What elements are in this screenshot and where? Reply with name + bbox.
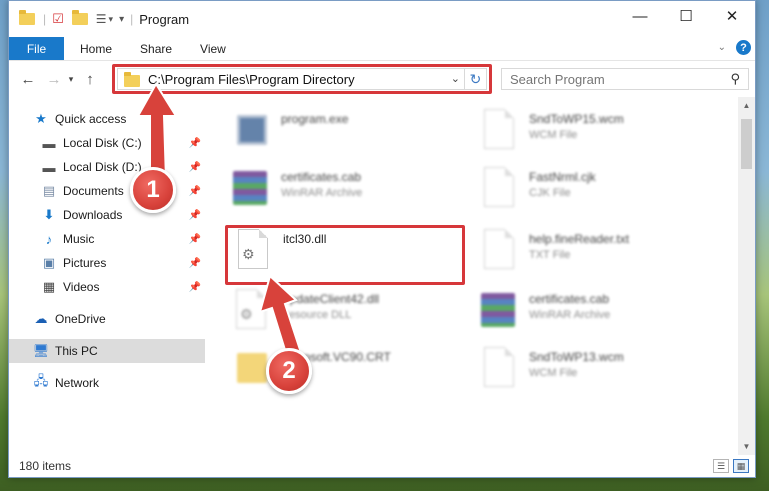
separator: | xyxy=(43,12,47,26)
properties-icon[interactable]: ☑ xyxy=(52,9,64,29)
pin-icon[interactable]: 📌 xyxy=(189,210,201,221)
scroll-up-icon[interactable]: ▲ xyxy=(738,97,755,114)
recent-locations-icon[interactable]: ▾ xyxy=(65,74,77,85)
file-item[interactable]: help.fineReader.txt TXT File xyxy=(481,229,711,279)
winrar-archive-icon xyxy=(481,289,517,331)
help-icon[interactable]: ? xyxy=(736,40,751,55)
file-item[interactable]: ⚙ UpdateClient42.dll Resource DLL xyxy=(233,289,463,339)
pin-icon[interactable]: 📌 xyxy=(189,138,201,149)
view-options-icon[interactable]: ☰ xyxy=(96,9,107,29)
file-list: program.exe SndToWP15.wcm WCM File certif… xyxy=(209,97,739,455)
navigation-pane: ★ Quick access ▬ Local Disk (C:) 📌 ▬ Loc… xyxy=(9,97,205,455)
file-item[interactable]: SndToWP13.wcm WCM File xyxy=(481,347,711,397)
ribbon-tabs: File Home Share View ⌄ ? xyxy=(9,37,755,61)
scrollbar-thumb[interactable] xyxy=(741,119,752,169)
pin-icon[interactable]: 📌 xyxy=(189,162,201,173)
documents-icon: ▤ xyxy=(42,183,56,198)
cloud-icon: ☁ xyxy=(34,311,48,326)
pin-icon[interactable]: 📌 xyxy=(189,186,201,197)
sidebar-item-pictures[interactable]: ▣ Pictures 📌 xyxy=(9,251,205,275)
network-icon: 🖧 xyxy=(33,373,49,388)
address-bar[interactable]: C:\Program Files\Program Directory ⌄ ↻ xyxy=(117,68,487,90)
expand-ribbon-icon[interactable]: ⌄ xyxy=(718,42,726,53)
sidebar-item-local-disk-c[interactable]: ▬ Local Disk (C:) 📌 xyxy=(9,131,205,155)
file-item[interactable]: SndToWP15.wcm WCM File xyxy=(481,109,711,159)
close-button[interactable]: ✕ xyxy=(709,1,755,31)
minimize-button[interactable]: — xyxy=(617,1,663,31)
computer-icon: 🖥 xyxy=(32,343,50,358)
large-icons-view-icon[interactable]: ▦ xyxy=(733,459,749,473)
pin-icon[interactable]: 📌 xyxy=(189,258,201,269)
address-path: C:\Program Files\Program Directory xyxy=(148,71,355,87)
document-icon xyxy=(481,167,517,209)
forward-icon[interactable]: → xyxy=(43,71,65,88)
chevron-down-icon[interactable]: ▾ xyxy=(109,9,114,29)
step-marker-2: 2 xyxy=(266,348,312,394)
title-bar: | ☑ ☰ ▾ ▾ | Program — ☐ ✕ xyxy=(9,1,755,37)
star-icon: ★ xyxy=(35,111,47,126)
sidebar-item-videos[interactable]: ▦ Videos 📌 xyxy=(9,275,205,299)
file-item[interactable]: certificates.cab WinRAR Archive xyxy=(481,289,711,339)
pin-icon[interactable]: 📌 xyxy=(189,282,201,293)
sidebar-item-music[interactable]: ♪ Music 📌 xyxy=(9,227,205,251)
file-item-itcl30-dll[interactable]: ⚙ itcl30.dll xyxy=(235,229,465,279)
tab-share[interactable]: Share xyxy=(126,37,186,60)
main-area: ★ Quick access ▬ Local Disk (C:) 📌 ▬ Loc… xyxy=(9,97,755,455)
search-icon[interactable]: ⚲ xyxy=(730,71,740,87)
window-title: Program xyxy=(139,11,190,27)
tab-home[interactable]: Home xyxy=(64,37,126,60)
details-view-icon[interactable]: ☰ xyxy=(713,459,729,473)
status-bar: 180 items ☰ ▦ xyxy=(9,455,755,477)
drive-icon: ▬ xyxy=(42,135,56,151)
search-box[interactable]: ⚲ xyxy=(501,68,749,90)
pictures-icon: ▣ xyxy=(42,255,56,270)
folder-icon xyxy=(124,71,140,87)
file-item[interactable]: program.exe xyxy=(233,109,463,159)
download-icon: ⬇ xyxy=(43,207,55,222)
search-input[interactable] xyxy=(510,71,710,87)
step-marker-1: 1 xyxy=(130,167,176,213)
sidebar-item-local-disk-d[interactable]: ▬ Local Disk (D:) 📌 xyxy=(9,155,205,179)
item-count: 180 items xyxy=(19,459,72,473)
videos-icon: ▦ xyxy=(42,279,56,294)
document-icon xyxy=(481,347,517,389)
pin-icon[interactable]: 📌 xyxy=(189,234,201,245)
sidebar-item-this-pc[interactable]: 🖥 This PC xyxy=(9,339,205,363)
document-icon xyxy=(481,229,517,271)
customize-toolbar-icon[interactable]: ▾ xyxy=(119,9,124,29)
sidebar-item-onedrive[interactable]: ☁ OneDrive xyxy=(9,307,205,331)
sidebar-item-network[interactable]: 🖧 Network xyxy=(9,371,205,395)
sidebar-item-downloads[interactable]: ⬇ Downloads 📌 xyxy=(9,203,205,227)
back-icon[interactable]: ← xyxy=(17,71,39,88)
file-item[interactable]: FastNrml.cjk CJK File xyxy=(481,167,711,217)
tab-file[interactable]: File xyxy=(9,37,64,60)
up-icon[interactable]: ↑ xyxy=(79,71,101,88)
folder-icon xyxy=(233,347,269,389)
document-icon xyxy=(481,109,517,151)
scroll-down-icon[interactable]: ▼ xyxy=(738,438,755,455)
dll-file-icon: ⚙ xyxy=(235,229,271,271)
sidebar-item-quick-access[interactable]: ★ Quick access xyxy=(9,107,205,131)
chevron-down-icon[interactable]: ⌄ xyxy=(451,72,460,85)
file-item[interactable]: certificates.cab WinRAR Archive xyxy=(233,167,463,217)
folder-icon xyxy=(19,9,35,29)
vertical-scrollbar[interactable]: ▲ ▼ xyxy=(738,97,755,455)
maximize-button[interactable]: ☐ xyxy=(663,1,709,31)
new-folder-icon[interactable] xyxy=(71,9,88,29)
drive-icon: ▬ xyxy=(42,159,56,175)
refresh-icon[interactable]: ↻ xyxy=(464,69,486,89)
navigation-bar: ← → ▾ ↑ C:\Program Files\Program Directo… xyxy=(9,61,755,97)
music-icon: ♪ xyxy=(45,231,53,247)
tab-view[interactable]: View xyxy=(186,37,240,60)
file-explorer-window: | ☑ ☰ ▾ ▾ | Program — ☐ ✕ File Home Shar… xyxy=(8,0,756,478)
winrar-archive-icon xyxy=(233,167,269,209)
dll-file-icon: ⚙ xyxy=(233,289,269,331)
separator: | xyxy=(130,12,134,26)
exe-file-icon xyxy=(233,109,269,151)
